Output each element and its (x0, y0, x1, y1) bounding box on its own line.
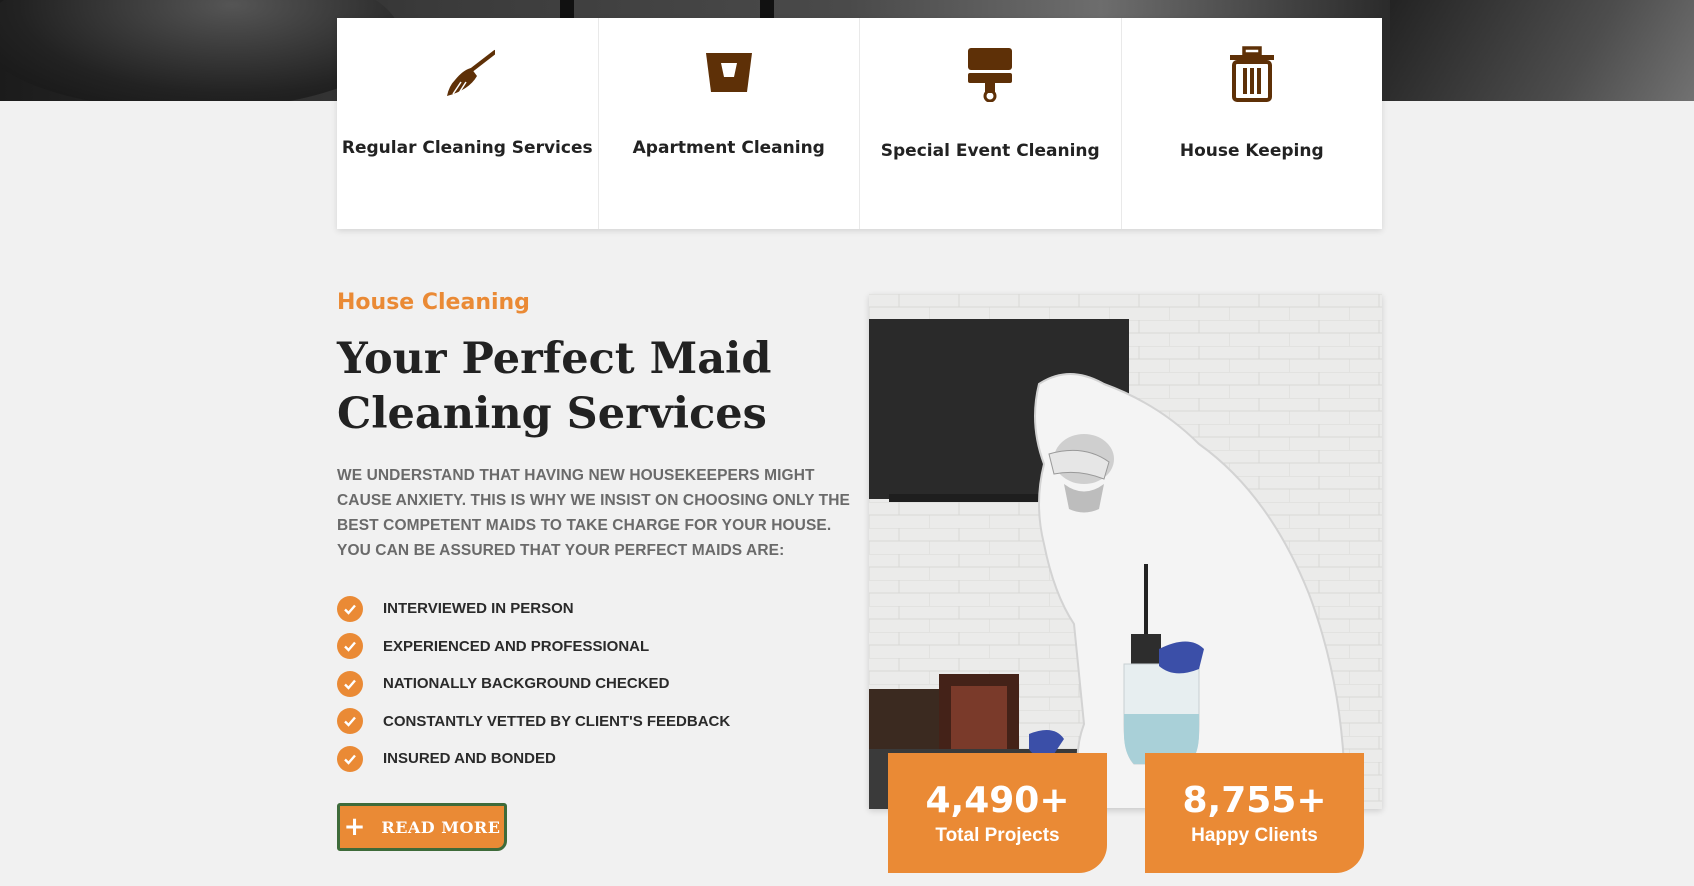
broom-icon (447, 50, 496, 96)
read-more-button[interactable]: + READ MORE (337, 803, 507, 851)
list-item: INSURED AND BONDED (337, 740, 730, 778)
list-item: CONSTANTLY VETTED BY CLIENT'S FEEDBACK (337, 703, 730, 741)
stat-caption: Happy Clients (1191, 825, 1318, 846)
service-label: Special Event Cleaning (880, 141, 1100, 161)
service-label: House Keeping (1179, 141, 1324, 161)
trash-icon (1229, 46, 1274, 102)
read-more-label: READ MORE (381, 817, 501, 837)
feature-list: INTERVIEWED IN PERSON EXPERIENCED AND PR… (337, 590, 730, 778)
intro-paragraph: WE UNDERSTAND THAT HAVING NEW HOUSEKEEPE… (337, 467, 850, 559)
feature-text: EXPERIENCED AND PROFESSIONAL (383, 637, 650, 655)
service-card-house-keeping[interactable]: House Keeping (1122, 18, 1383, 229)
check-circle-icon (337, 708, 363, 735)
service-card-regular-cleaning[interactable]: Regular Cleaning Services (337, 18, 599, 229)
stat-total-projects: 4,490+ Total Projects (888, 753, 1107, 873)
feature-text: INSURED AND BONDED (383, 750, 556, 768)
list-item: INTERVIEWED IN PERSON (337, 590, 730, 628)
list-item: EXPERIENCED AND PROFESSIONAL (337, 628, 730, 666)
service-label: Apartment Cleaning (632, 138, 825, 158)
stat-value: 4,490+ (925, 780, 1070, 821)
list-item: NATIONALLY BACKGROUND CHECKED (337, 665, 730, 703)
check-circle-icon (337, 745, 363, 772)
plus-icon: + (343, 812, 366, 842)
feature-text: NATIONALLY BACKGROUND CHECKED (383, 675, 670, 693)
paint-brush-icon (968, 48, 1013, 102)
cleaner-photo (869, 294, 1382, 809)
section-subtitle: House Cleaning (337, 290, 530, 315)
service-label: Regular Cleaning Services (341, 138, 593, 158)
section-title: Your Perfect Maid Cleaning Services (337, 334, 772, 439)
check-circle-icon (337, 670, 363, 697)
stat-caption: Total Projects (935, 825, 1060, 846)
feature-text: CONSTANTLY VETTED BY CLIENT'S FEEDBACK (383, 712, 731, 730)
stat-value: 8,755+ (1182, 780, 1327, 821)
check-circle-icon (337, 633, 363, 660)
service-card-apartment-cleaning[interactable]: Apartment Cleaning (599, 18, 860, 229)
check-circle-icon (337, 595, 363, 622)
service-card-special-event-cleaning[interactable]: Special Event Cleaning (860, 18, 1122, 229)
stat-happy-clients: 8,755+ Happy Clients (1145, 753, 1364, 873)
services-row: Regular Cleaning Services Apartment Clea… (337, 18, 1382, 229)
bucket-icon (705, 53, 752, 92)
feature-text: INTERVIEWED IN PERSON (383, 600, 574, 618)
